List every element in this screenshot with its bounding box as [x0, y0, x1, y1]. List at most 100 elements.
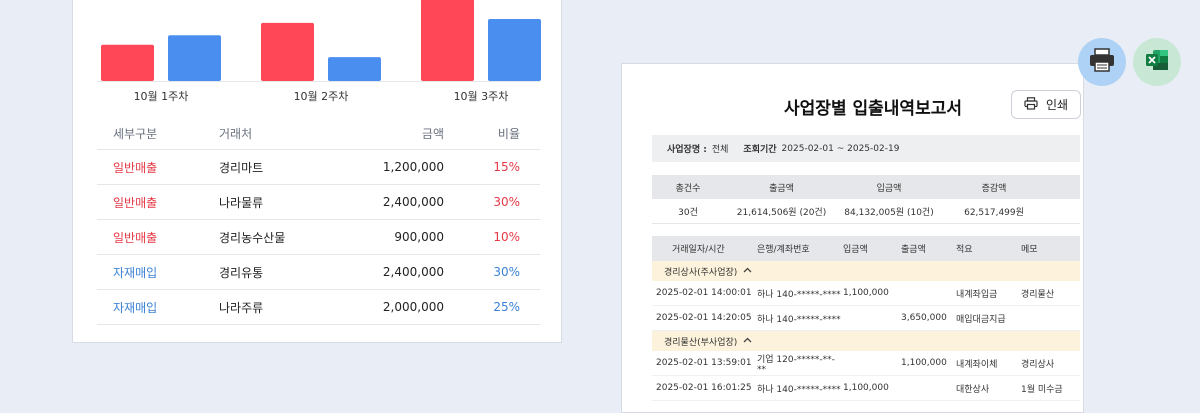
chevron-up-icon[interactable] — [743, 266, 752, 276]
summary-withdraw: 21,614,506원 (20건) — [736, 207, 827, 218]
detail-header-account: 은행/계좌번호 — [757, 245, 810, 255]
row-account: 하나 140-*****-**** — [757, 289, 841, 300]
detail-header-row: 거래일자/시간 은행/계좌번호 입금액 출금액 적요 메모 — [652, 236, 1080, 261]
row-withdraw: 3,650,000 — [901, 313, 947, 323]
group-header[interactable]: 경리물산(부사업장) — [652, 331, 1080, 351]
chart-bar — [168, 35, 221, 81]
summary-header-change: 증감액 — [981, 183, 1007, 194]
row-amount: 1,200,000 — [382, 160, 444, 174]
chart-tick-label: 10월 2주차 — [294, 90, 349, 103]
table-row: 2025-02-01 14:20:05 하나 140-*****-**** 3,… — [652, 306, 1080, 331]
chart-tick-label: 10월 1주차 — [134, 90, 189, 103]
chart-bar — [488, 19, 541, 82]
chart-bar — [328, 57, 381, 81]
table-row: 일반매출 나라물류 2,400,000 30% — [97, 185, 540, 220]
row-ratio: 25% — [493, 300, 520, 314]
summary-table: 총건수 출금액 입금액 증감액 30건 21,614,506원 (20건) 84… — [652, 175, 1080, 224]
printer-button[interactable] — [1078, 38, 1126, 86]
row-division: 자재매입 — [113, 265, 158, 280]
summary-header-withdraw: 출금액 — [769, 183, 794, 194]
row-ratio: 30% — [493, 265, 520, 279]
detail-header-datetime: 거래일자/시간 — [672, 245, 725, 255]
detail-header-withdraw: 출금액 — [901, 245, 926, 255]
table-row: 일반매출 경리농수산물 900,000 10% — [97, 220, 540, 255]
row-memo: 경리물산 — [1021, 289, 1055, 300]
site-value: 전체 — [711, 145, 729, 155]
row-vendor: 경리농수산물 — [219, 230, 286, 245]
detail-header-summary: 적요 — [956, 245, 973, 255]
header-division: 세부구분 — [113, 126, 158, 141]
row-ratio: 30% — [493, 195, 520, 209]
group-name: 경리상사(주사업장) — [664, 267, 738, 278]
row-datetime: 2025-02-01 14:20:05 — [656, 313, 752, 323]
chart-bar — [261, 22, 314, 81]
report-document: 사업장별 입출내역보고서 인쇄 사업장명 : 전체 조회기간 2025-02-0… — [621, 63, 1084, 413]
detail-table: 거래일자/시간 은행/계좌번호 입금액 출금액 적요 메모 경리상사(주사업장)… — [652, 236, 1080, 401]
detail-header-memo: 메모 — [1021, 245, 1038, 255]
row-vendor: 경리마트 — [219, 160, 264, 175]
row-account: 기업 120-*****-**-** — [757, 354, 835, 375]
excel-icon — [1144, 48, 1170, 76]
summary-header-deposit: 입금액 — [876, 183, 902, 194]
chevron-up-icon[interactable] — [743, 336, 752, 346]
table-row: 자재매입 나라주류 2,000,000 25% — [97, 290, 540, 325]
table-row: 2025-02-01 16:01:25 하나 140-*****-**** 1,… — [652, 376, 1080, 401]
report-title: 사업장별 입출내역보고서 — [784, 99, 962, 119]
table-row: 자재매입 경리유통 2,400,000 30% — [97, 255, 540, 290]
summary-count: 30건 — [678, 207, 698, 218]
table-row: 일반매출 경리마트 1,200,000 15% — [97, 150, 540, 185]
row-summary: 내계좌이체 — [956, 359, 998, 370]
chart-bar — [101, 44, 154, 81]
row-withdraw: 1,100,000 — [901, 358, 947, 368]
summary-deposit: 84,132,005원 (10건) — [844, 207, 934, 218]
period-value: 2025-02-01 ~ 2025-02-19 — [781, 143, 900, 154]
site-label: 사업장명 : — [667, 145, 707, 155]
row-deposit: 1,100,000 — [843, 383, 889, 393]
header-amount: 금액 — [421, 126, 444, 141]
row-amount: 2,400,000 — [382, 195, 444, 209]
row-amount: 2,000,000 — [382, 300, 444, 314]
row-datetime: 2025-02-01 14:00:01 — [656, 288, 752, 298]
chart-bar — [421, 0, 474, 81]
chart-tick-label: 10월 3주차 — [454, 90, 509, 103]
table-row: 2025-02-01 14:00:01 하나 140-*****-**** 1,… — [652, 281, 1080, 306]
row-datetime: 2025-02-01 16:01:25 — [656, 383, 752, 393]
row-ratio: 15% — [493, 160, 520, 174]
row-division: 일반매출 — [113, 230, 158, 245]
group-name: 경리물산(부사업장) — [664, 337, 738, 348]
row-datetime: 2025-02-01 13:59:01 — [656, 358, 752, 368]
row-memo: 경리상사 — [1021, 359, 1055, 370]
row-vendor: 나라물류 — [219, 195, 264, 210]
row-vendor: 경리유통 — [219, 265, 264, 280]
summary-change: 62,517,499원 — [964, 207, 1024, 218]
row-division: 자재매입 — [113, 300, 158, 315]
row-summary: 매입대금지급 — [956, 314, 1006, 325]
left-report-panel: 10월 1주차 10월 2주차 10월 3주차 세부구분 거래처 금액 비율 일반매… — [72, 0, 562, 343]
row-division: 일반매출 — [113, 160, 158, 175]
summary-header-count: 총건수 — [675, 183, 701, 194]
print-button[interactable]: 인쇄 — [1011, 90, 1081, 119]
row-amount: 2,400,000 — [382, 265, 444, 279]
excel-export-button[interactable] — [1133, 38, 1181, 86]
detail-header-deposit: 입금액 — [843, 245, 868, 255]
table-row: 2025-02-01 13:59:01 기업 120-*****-**-** 1… — [652, 351, 1080, 376]
header-vendor: 거래처 — [219, 126, 253, 141]
table-header-row: 세부구분 거래처 금액 비율 — [97, 117, 540, 150]
row-ratio: 10% — [493, 230, 520, 244]
header-ratio: 비율 — [497, 126, 520, 141]
summary-header-row: 총건수 출금액 입금액 증감액 — [652, 175, 1080, 199]
filter-bar: 사업장명 : 전체 조회기간 2025-02-01 ~ 2025-02-19 — [652, 135, 1080, 162]
printer-outline-icon — [1024, 96, 1038, 113]
row-memo: 1월 미수금 — [1021, 384, 1063, 395]
period-label: 조회기간 — [743, 145, 777, 155]
print-button-label: 인쇄 — [1045, 98, 1069, 112]
weekly-bar-chart: 10월 1주차 10월 2주차 10월 3주차 — [97, 0, 541, 103]
summary-value-row: 30건 21,614,506원 (20건) 84,132,005원 (10건) … — [652, 199, 1080, 224]
row-summary: 내계좌입금 — [956, 289, 998, 300]
printer-icon — [1088, 47, 1116, 77]
row-account: 하나 140-*****-**** — [757, 384, 841, 395]
row-summary: 대한상사 — [956, 384, 990, 395]
row-vendor: 나라주류 — [219, 300, 264, 315]
group-header[interactable]: 경리상사(주사업장) — [652, 261, 1080, 281]
row-amount: 900,000 — [394, 230, 444, 244]
